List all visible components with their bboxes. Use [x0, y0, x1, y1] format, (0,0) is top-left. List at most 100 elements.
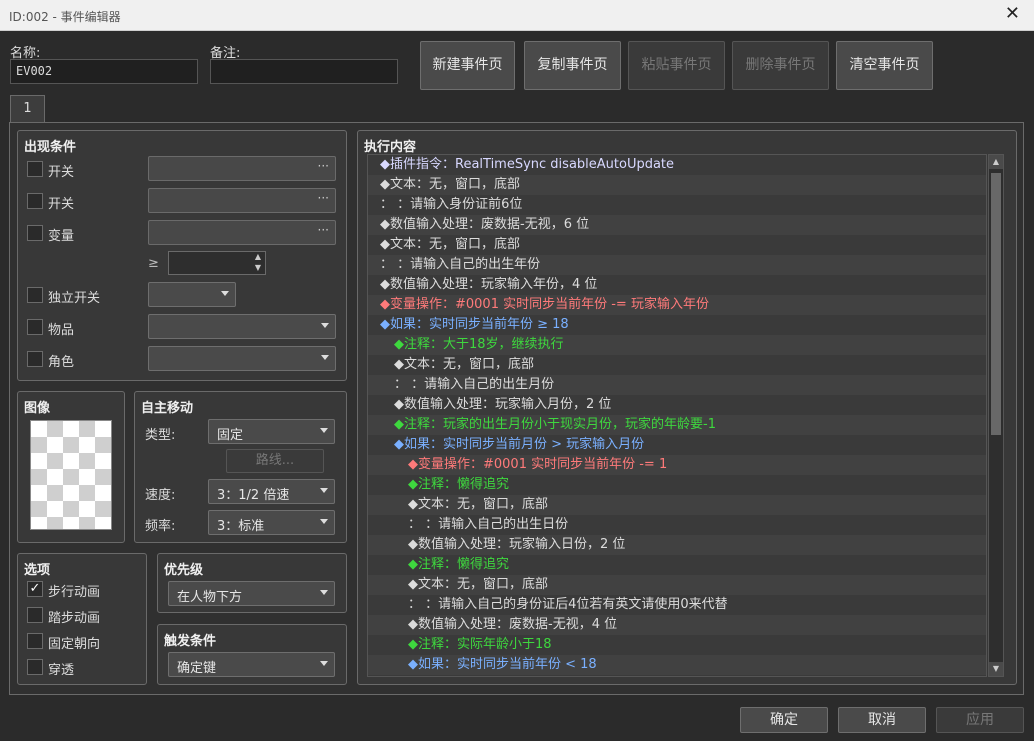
copy-page-button[interactable]: 复制事件页 — [524, 41, 621, 90]
item-label: 物品 — [48, 323, 75, 338]
clear-page-button[interactable]: 清空事件页 — [836, 41, 933, 90]
item-checkbox[interactable] — [27, 319, 43, 335]
chevron-down-icon — [320, 590, 328, 595]
route-button[interactable]: 路线... — [226, 449, 324, 473]
delete-page-button[interactable]: 删除事件页 — [732, 41, 829, 90]
command-row[interactable]: ◆变量操作：#0001 实时同步当前年份 -= 玩家输入年份 — [368, 295, 986, 315]
direction-fix-checkbox[interactable] — [27, 633, 43, 649]
priority-value: 在人物下方 — [177, 590, 243, 605]
command-row[interactable]: ◆变量操作：#0001 实时同步当前年份 -= 1 — [368, 455, 986, 475]
chevron-down-icon — [320, 428, 328, 433]
command-row[interactable]: ◆注释：懒得追究 — [368, 475, 986, 495]
command-row[interactable]: ◆文本：无，窗口，底部 — [368, 355, 986, 375]
through-label: 穿透 — [48, 663, 75, 678]
variable-field[interactable]: ··· — [148, 220, 336, 245]
command-row[interactable]: ◆注释：实际年龄小于18 — [368, 635, 986, 655]
note-field[interactable] — [210, 59, 398, 84]
command-list[interactable]: ◆插件指令：RealTimeSync disableAutoUpdate ◆文本：… — [367, 154, 987, 677]
ok-button[interactable]: 确定 — [740, 707, 828, 733]
close-icon[interactable]: ✕ — [1005, 3, 1020, 24]
variable-value-spinner[interactable]: ▲ ▼ — [168, 251, 266, 275]
frequency-select[interactable]: 3：标准 — [208, 510, 335, 535]
switch2-field[interactable]: ··· — [148, 188, 336, 213]
ellipsis-icon: ··· — [317, 223, 329, 237]
command-row[interactable]: ◆如果：实时同步当前年份 ≥ 18 — [368, 315, 986, 335]
direction-fix-label: 固定朝向 — [48, 637, 101, 652]
move-type-label: 类型: — [145, 428, 176, 443]
name-field[interactable]: EV002 — [10, 59, 198, 84]
tab-page-1[interactable]: 1 — [10, 95, 45, 123]
scrollbar-thumb[interactable] — [991, 173, 1001, 435]
frequency-label: 频率: — [145, 519, 176, 534]
move-type-select[interactable]: 固定 — [208, 419, 335, 444]
cancel-button[interactable]: 取消 — [838, 707, 926, 733]
through-checkbox[interactable] — [27, 659, 43, 675]
actor-select[interactable] — [148, 346, 336, 371]
command-row[interactable]: ◆如果：实时同步当前月份 > 玩家输入月份 — [368, 435, 986, 455]
checkmark-icon: ✓ — [29, 581, 41, 596]
move-type-value: 固定 — [217, 428, 244, 443]
command-row[interactable]: ◆文本：无，窗口，底部 — [368, 235, 986, 255]
command-row[interactable]: ◆注释：玩家的出生月份小于现实月份，玩家的年龄要-1 — [368, 415, 986, 435]
command-row[interactable]: ◆注释：大于18岁，继续执行 — [368, 335, 986, 355]
walk-anim-label: 步行动画 — [48, 585, 101, 600]
scroll-down-icon[interactable]: ▼ — [989, 662, 1003, 676]
switch1-label: 开关 — [48, 165, 75, 180]
command-row[interactable]: ◆文本：无，窗口，底部 — [368, 575, 986, 595]
switch2-checkbox[interactable] — [27, 193, 43, 209]
command-row[interactable]: ◆注释：懒得追究 — [368, 555, 986, 575]
chevron-down-icon — [320, 661, 328, 666]
speed-label: 速度: — [145, 488, 176, 503]
item-select[interactable] — [148, 314, 336, 339]
gte-label: ≥ — [148, 256, 159, 271]
command-row[interactable]: ◆数值输入处理：废数据-无视，6 位 — [368, 215, 986, 235]
command-row[interactable]: ◆数值输入处理：废数据-无视，4 位 — [368, 615, 986, 635]
trigger-title: 触发条件 — [164, 634, 217, 649]
contents-title: 执行内容 — [364, 140, 417, 155]
frequency-value: 3：标准 — [217, 519, 265, 534]
variable-checkbox[interactable] — [27, 225, 43, 241]
apply-button[interactable]: 应用 — [936, 707, 1024, 733]
chevron-down-icon — [320, 519, 328, 524]
priority-select[interactable]: 在人物下方 — [168, 581, 335, 606]
self-switch-select[interactable] — [148, 282, 236, 307]
command-row[interactable]: ◆文本：无，窗口，底部 — [368, 175, 986, 195]
window-title: ID:002 - 事件编辑器 — [9, 10, 121, 24]
command-row[interactable]: ： ：请输入自己的出生月份 — [368, 375, 986, 395]
actor-label: 角色 — [48, 355, 75, 370]
scroll-up-icon[interactable]: ▲ — [989, 155, 1003, 169]
command-row[interactable]: ： ：请输入自己的出生日份 — [368, 515, 986, 535]
title-bar: ID:002 - 事件编辑器 ✕ — [0, 0, 1034, 31]
autonomous-title: 自主移动 — [141, 401, 194, 416]
command-list-scrollbar[interactable]: ▲ ▼ — [988, 154, 1004, 677]
switch1-checkbox[interactable] — [27, 161, 43, 177]
command-row[interactable]: ： ：请输入身份证前6位 — [368, 195, 986, 215]
switch1-field[interactable]: ··· — [148, 156, 336, 181]
trigger-select[interactable]: 确定键 — [168, 652, 335, 677]
actor-checkbox[interactable] — [27, 351, 43, 367]
chevron-down-icon — [221, 291, 229, 296]
command-row[interactable]: ◆数值输入处理：玩家输入年份，4 位 — [368, 275, 986, 295]
priority-title: 优先级 — [164, 563, 204, 578]
command-row[interactable]: ： ：请输入自己的身份证后4位若有英文请使用0来代替 — [368, 595, 986, 615]
new-page-button[interactable]: 新建事件页 — [420, 41, 515, 90]
spin-up-icon[interactable]: ▲ — [255, 252, 261, 261]
step-anim-checkbox[interactable] — [27, 607, 43, 623]
self-switch-checkbox[interactable] — [27, 287, 43, 303]
ellipsis-icon: ··· — [317, 159, 329, 173]
command-row[interactable]: ◆数值输入处理：玩家输入日份，2 位 — [368, 535, 986, 555]
spin-down-icon[interactable]: ▼ — [255, 263, 261, 272]
paste-page-button[interactable]: 粘贴事件页 — [628, 41, 725, 90]
chevron-down-icon — [321, 355, 329, 360]
speed-select[interactable]: 3：1/2 倍速 — [208, 479, 335, 504]
command-row[interactable]: ◆数值输入处理：玩家输入月份，2 位 — [368, 395, 986, 415]
variable-label: 变量 — [48, 229, 75, 244]
command-row[interactable]: ◆插件指令：RealTimeSync disableAutoUpdate — [368, 155, 986, 175]
walk-anim-checkbox[interactable]: ✓ — [27, 581, 43, 597]
command-row[interactable]: ◆文本：无，窗口，底部 — [368, 495, 986, 515]
event-image-preview[interactable] — [30, 420, 112, 530]
speed-value: 3：1/2 倍速 — [217, 488, 290, 503]
command-row[interactable]: ◆如果：实时同步当前年份 < 18 — [368, 655, 986, 675]
self-switch-label: 独立开关 — [48, 291, 101, 306]
command-row[interactable]: ： ：请输入自己的出生年份 — [368, 255, 986, 275]
